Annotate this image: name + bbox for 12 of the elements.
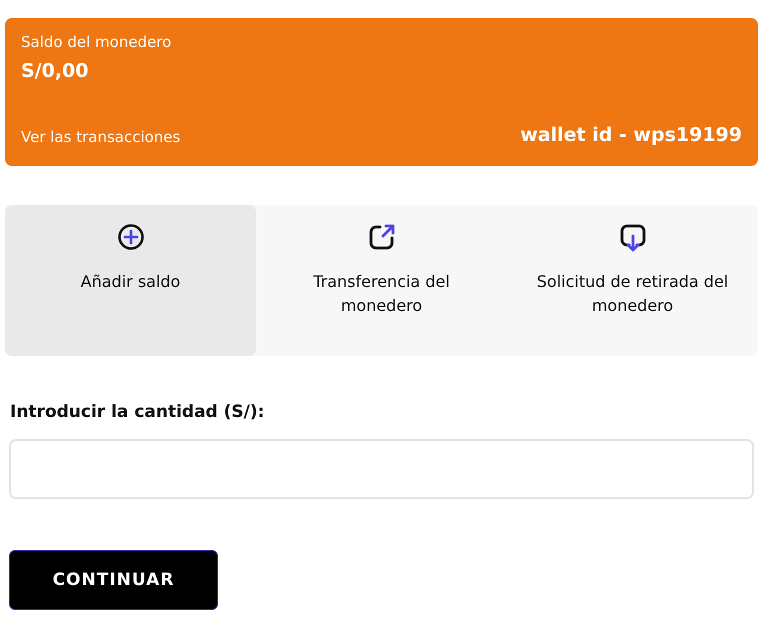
amount-field[interactable]	[9, 439, 754, 499]
continue-button[interactable]: CONTINUAR	[9, 550, 218, 610]
action-tab[interactable]: Transferencia del monedero	[256, 205, 507, 356]
card-title: Saldo del monedero	[21, 33, 172, 51]
plus-circle-icon	[116, 223, 144, 252]
action-tab[interactable]: Añadir saldo	[5, 205, 256, 356]
arrow-out-of-box-icon	[368, 223, 396, 252]
wallet-id: wallet id - wps19199	[520, 124, 742, 146]
amount-label: Introducir la cantidad (S/):	[10, 402, 266, 422]
download-icon	[618, 223, 646, 252]
action-tab[interactable]: Solicitud de retirada del monedero	[507, 205, 758, 356]
balance-amount: S/0,00	[21, 60, 89, 82]
